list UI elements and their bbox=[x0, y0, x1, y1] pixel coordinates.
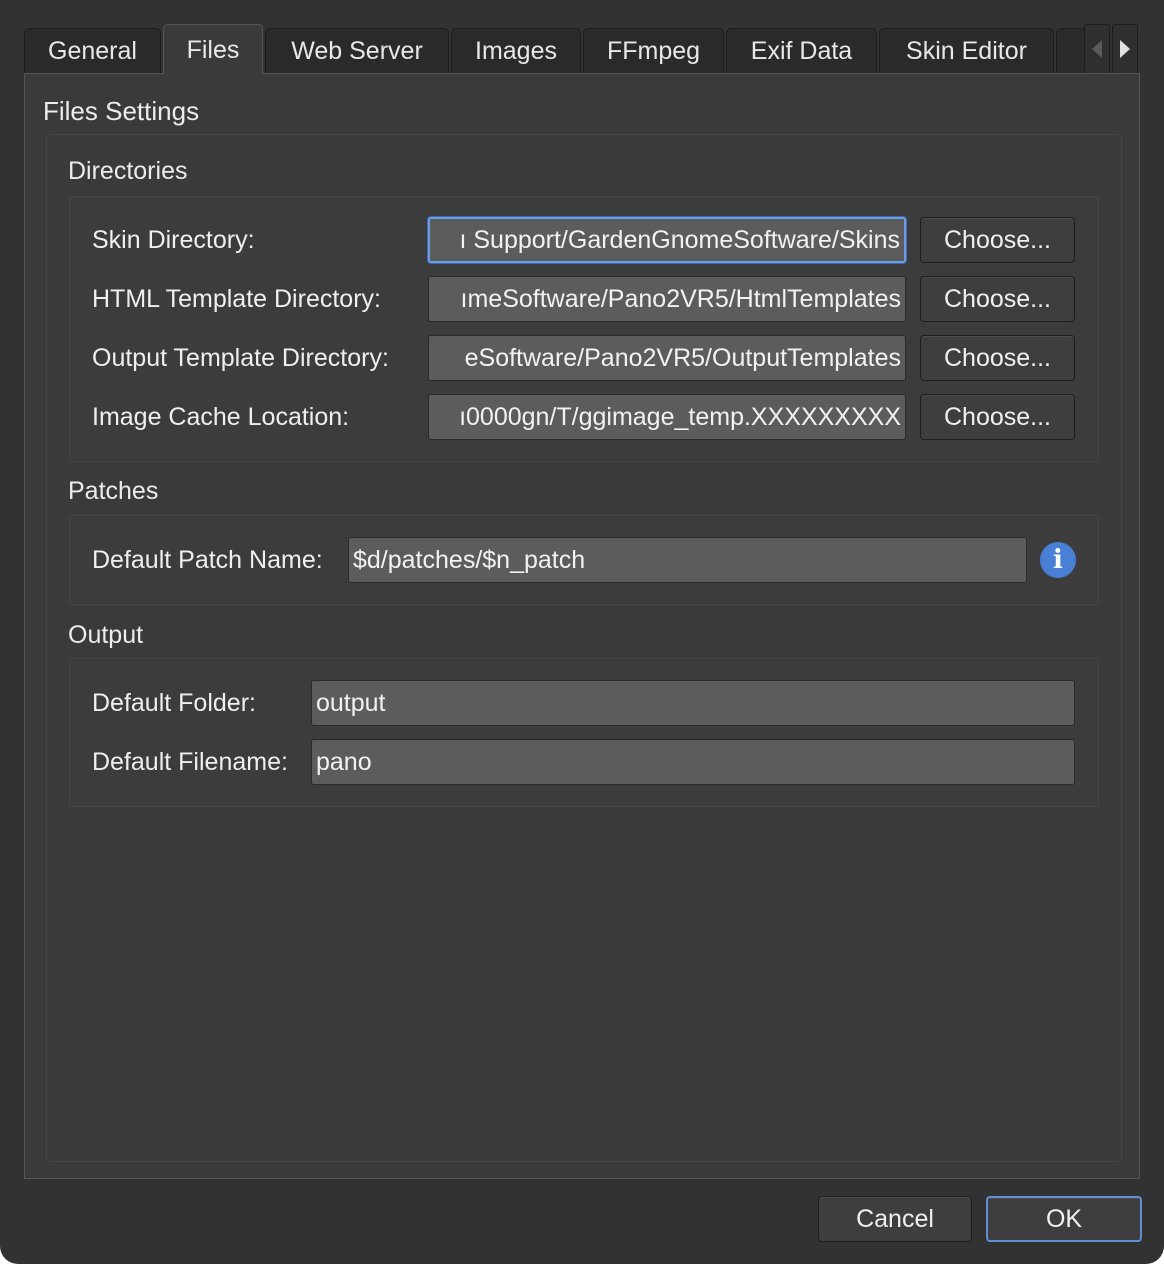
tab-files[interactable]: Files bbox=[163, 24, 263, 74]
default-patch-name-field[interactable]: $d/patches/$n_patch bbox=[348, 537, 1027, 583]
output-box: Default Folder: output Default Filename:… bbox=[69, 658, 1099, 807]
image-cache-location-field[interactable]: ı0000gn/T/ggimage_temp.XXXXXXXXX bbox=[428, 394, 906, 440]
tab-scroll-right-button[interactable] bbox=[1112, 24, 1138, 74]
default-filename-label: Default Filename: bbox=[92, 748, 288, 776]
default-filename-field[interactable]: pano bbox=[311, 739, 1075, 785]
skin-directory-choose-button[interactable]: Choose... bbox=[920, 217, 1075, 263]
patches-box: Default Patch Name: $d/patches/$n_patch … bbox=[69, 515, 1099, 605]
image-cache-location-choose-button[interactable]: Choose... bbox=[920, 394, 1075, 440]
html-template-directory-field[interactable]: ımeSoftware/Pano2VR5/HtmlTemplates bbox=[428, 276, 906, 322]
tab-web-server[interactable]: Web Server bbox=[265, 28, 449, 74]
directories-box: Skin Directory: ı Support/GardenGnomeSof… bbox=[69, 196, 1099, 462]
html-template-directory-choose-button[interactable]: Choose... bbox=[920, 276, 1075, 322]
output-template-directory-label: Output Template Directory: bbox=[92, 344, 389, 372]
arrow-right-icon bbox=[1120, 40, 1130, 58]
arrow-left-icon bbox=[1092, 40, 1102, 58]
default-folder-field[interactable]: output bbox=[311, 680, 1075, 726]
skin-directory-label: Skin Directory: bbox=[92, 226, 255, 254]
default-folder-label: Default Folder: bbox=[92, 689, 256, 717]
default-patch-name-label: Default Patch Name: bbox=[92, 546, 323, 574]
tab-images[interactable]: Images bbox=[451, 28, 581, 74]
tab-skin-editor[interactable]: Skin Editor bbox=[879, 28, 1054, 74]
info-icon[interactable]: i bbox=[1040, 542, 1076, 578]
files-page: Files Settings Directories Skin Director… bbox=[24, 73, 1140, 1179]
patches-title: Patches bbox=[68, 477, 159, 505]
cancel-button[interactable]: Cancel bbox=[818, 1196, 972, 1242]
output-template-directory-choose-button[interactable]: Choose... bbox=[920, 335, 1075, 381]
tab-general[interactable]: General bbox=[24, 28, 161, 74]
preferences-window: General Files Web Server Images FFmpeg E… bbox=[0, 0, 1164, 1264]
tab-exif-data[interactable]: Exif Data bbox=[726, 28, 877, 74]
output-title: Output bbox=[68, 621, 144, 649]
page-title: Files Settings bbox=[43, 96, 200, 126]
tab-scroll-left-button[interactable] bbox=[1084, 24, 1110, 74]
skin-directory-field[interactable]: ı Support/GardenGnomeSoftware/Skins bbox=[428, 217, 906, 263]
tab-scroll-buttons bbox=[1084, 24, 1140, 74]
tab-overflow[interactable] bbox=[1056, 28, 1084, 74]
directories-title: Directories bbox=[68, 157, 188, 185]
output-template-directory-field[interactable]: eSoftware/Pano2VR5/OutputTemplates bbox=[428, 335, 906, 381]
files-settings-group: Directories Skin Directory: ı Support/Ga… bbox=[46, 134, 1122, 1162]
html-template-directory-label: HTML Template Directory: bbox=[92, 285, 381, 313]
image-cache-location-label: Image Cache Location: bbox=[92, 403, 350, 431]
tab-bar: General Files Web Server Images FFmpeg E… bbox=[24, 24, 1084, 74]
ok-button[interactable]: OK bbox=[986, 1196, 1142, 1242]
tab-ffmpeg[interactable]: FFmpeg bbox=[583, 28, 724, 74]
